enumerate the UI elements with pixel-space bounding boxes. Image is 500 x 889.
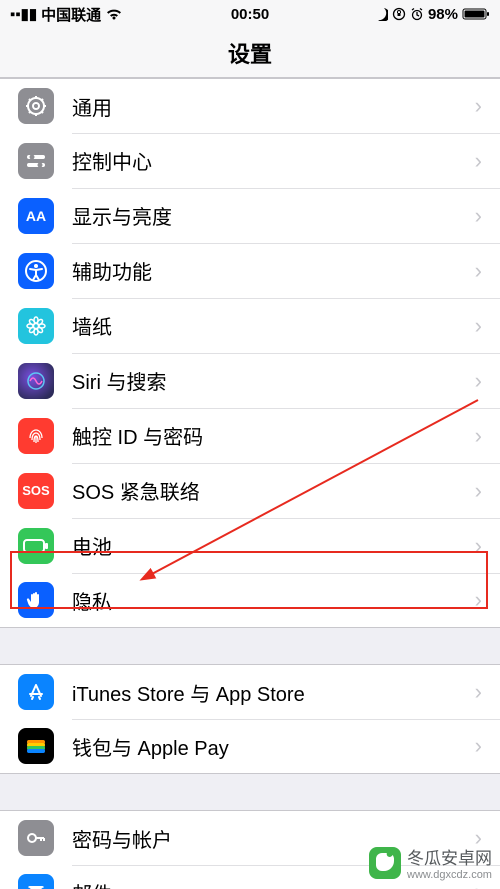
alarm-icon: [410, 7, 424, 21]
status-left: ▪▪▮▮ 中国联通: [10, 4, 170, 25]
accessibility-icon: [18, 253, 54, 289]
row-label: 辅助功能: [72, 256, 475, 285]
row-label: Siri 与搜索: [72, 366, 475, 395]
row-siri[interactable]: Siri 与搜索 ›: [0, 353, 500, 408]
chevron-right-icon: ›: [475, 587, 482, 613]
text-size-icon: AA: [18, 198, 54, 234]
status-right: 98%: [330, 6, 490, 23]
signal-icon: ▪▪▮▮: [10, 5, 37, 23]
wallet-icon: [18, 728, 54, 764]
sos-icon: SOS: [18, 473, 54, 509]
carrier-label: 中国联通: [41, 4, 101, 25]
nav-title: 设置: [0, 28, 500, 78]
lock-rotation-icon: [392, 7, 406, 21]
watermark-logo-icon: [369, 847, 401, 879]
chevron-right-icon: ›: [475, 478, 482, 504]
row-label: 通用: [72, 92, 475, 121]
chevron-right-icon: ›: [475, 313, 482, 339]
fingerprint-icon: [18, 418, 54, 454]
wifi-icon: [105, 7, 123, 21]
row-itunes[interactable]: iTunes Store 与 App Store ›: [0, 664, 500, 719]
battery-row-icon: [18, 528, 54, 564]
settings-screen: ▪▪▮▮ 中国联通 00:50 98% 设置: [0, 0, 500, 889]
row-label: 隐私: [72, 586, 475, 615]
chevron-right-icon: ›: [475, 533, 482, 559]
battery-icon: [462, 7, 490, 21]
row-label: 钱包与 Apple Pay: [72, 732, 475, 761]
row-general[interactable]: 通用 ›: [0, 78, 500, 133]
watermark-url: www.dgxcdz.com: [407, 869, 492, 881]
row-touchid[interactable]: 触控 ID 与密码 ›: [0, 408, 500, 463]
moon-icon: [374, 7, 388, 21]
row-display[interactable]: AA 显示与亮度 ›: [0, 188, 500, 243]
chevron-right-icon: ›: [475, 679, 482, 705]
siri-icon: [18, 363, 54, 399]
chevron-right-icon: ›: [475, 93, 482, 119]
appstore-icon: [18, 674, 54, 710]
flower-icon: [18, 308, 54, 344]
battery-pct: 98%: [428, 6, 458, 23]
chevron-right-icon: ›: [475, 733, 482, 759]
row-label: 控制中心: [72, 146, 475, 175]
chevron-right-icon: ›: [475, 258, 482, 284]
row-label: 电池: [72, 531, 475, 560]
mail-icon: [18, 874, 54, 889]
chevron-right-icon: ›: [475, 148, 482, 174]
row-battery[interactable]: 电池 ›: [0, 518, 500, 573]
settings-list: 通用 › 控制中心 › AA 显示与亮度 › 辅助功能 › 墙纸: [0, 78, 500, 889]
row-label: 触控 ID 与密码: [72, 421, 475, 450]
row-sos[interactable]: SOS SOS 紧急联络 ›: [0, 463, 500, 518]
hand-icon: [18, 582, 54, 618]
row-wallpaper[interactable]: 墙纸 ›: [0, 298, 500, 353]
chevron-right-icon: ›: [475, 203, 482, 229]
chevron-right-icon: ›: [475, 368, 482, 394]
gear-icon: [18, 88, 54, 124]
row-privacy[interactable]: 隐私 ›: [0, 573, 500, 628]
row-label: SOS 紧急联络: [72, 476, 475, 505]
row-control-center[interactable]: 控制中心 ›: [0, 133, 500, 188]
watermark: 冬瓜安卓网 www.dgxcdz.com: [369, 844, 492, 881]
row-label: iTunes Store 与 App Store: [72, 678, 475, 707]
status-time: 00:50: [170, 6, 330, 23]
row-label: 墙纸: [72, 311, 475, 340]
watermark-text: 冬瓜安卓网: [407, 844, 492, 869]
row-wallet[interactable]: 钱包与 Apple Pay ›: [0, 719, 500, 774]
row-label: 显示与亮度: [72, 201, 475, 230]
chevron-right-icon: ›: [475, 423, 482, 449]
row-accessibility[interactable]: 辅助功能 ›: [0, 243, 500, 298]
key-icon: [18, 820, 54, 856]
status-bar: ▪▪▮▮ 中国联通 00:50 98%: [0, 0, 500, 28]
sliders-icon: [18, 143, 54, 179]
